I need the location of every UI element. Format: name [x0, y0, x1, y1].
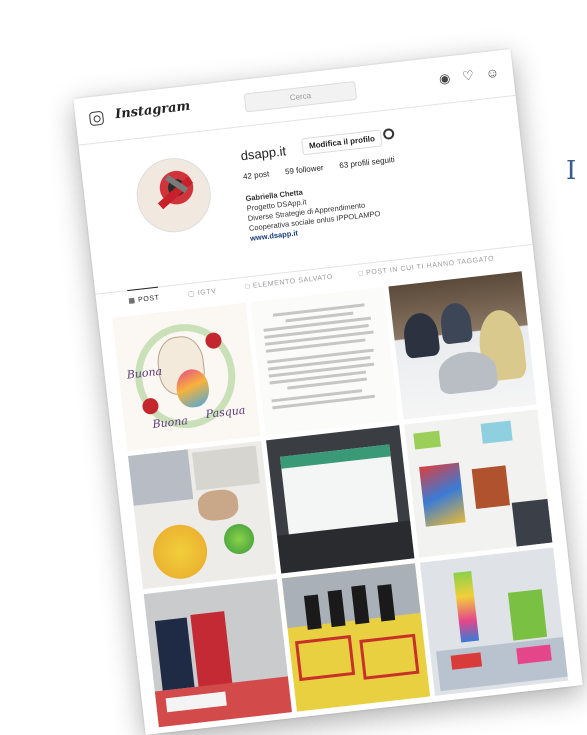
hand-shape	[196, 488, 240, 523]
instagram-icon[interactable]	[88, 110, 105, 127]
person-shape	[154, 617, 195, 691]
compass-icon[interactable]: ◉	[438, 70, 451, 87]
username: dsapp.it	[239, 143, 287, 164]
gear-icon[interactable]	[382, 127, 395, 141]
photo-block	[281, 563, 421, 629]
folder-shape	[359, 633, 420, 680]
green-circle	[222, 522, 256, 556]
blocks-stack	[507, 589, 548, 641]
nav-icons: ◉ ♡ ☺	[438, 65, 500, 88]
posts-grid: Buona Buona Pasqua	[112, 271, 569, 728]
post-tile[interactable]	[388, 271, 537, 420]
tab-post-label: POST	[137, 294, 160, 304]
post-tile[interactable]	[143, 578, 293, 728]
profile-bio: Gabriella Chetta Progetto DSApp.it Diver…	[245, 179, 382, 244]
blocks-tower	[453, 570, 480, 643]
tab-saved[interactable]: □ ELEMENTO SALVATO	[245, 274, 333, 291]
photo-block	[127, 449, 194, 506]
post-caption: Buona	[151, 414, 189, 432]
pencils-shape	[419, 462, 466, 527]
person-shape	[401, 311, 441, 359]
avatar[interactable]	[132, 154, 215, 237]
post-tile[interactable]	[419, 547, 569, 696]
profile-icon[interactable]: ☺	[485, 65, 500, 82]
tab-saved-label: ELEMENTO SALVATO	[252, 273, 334, 290]
post-tile[interactable]: Buona Buona Pasqua	[112, 302, 261, 452]
drawing-block	[480, 420, 513, 444]
edge-letter: I	[566, 156, 577, 186]
drawing-block	[471, 465, 510, 509]
post-tile[interactable]	[281, 563, 431, 712]
yellow-circle	[150, 521, 211, 582]
tab-igtv-label: IGTV	[197, 288, 217, 298]
posts-count: 42 post	[242, 169, 270, 182]
photo-block	[192, 445, 260, 491]
post-tile[interactable]	[266, 425, 415, 574]
tab-post[interactable]: ▦ POST	[127, 286, 160, 305]
person-shape	[438, 301, 474, 345]
folder-shape	[295, 634, 356, 682]
tab-igtv[interactable]: ▢ IGTV	[188, 287, 217, 298]
photo-block	[511, 498, 553, 547]
post-tile[interactable]	[404, 409, 553, 558]
heart-icon[interactable]: ♡	[461, 68, 474, 85]
search-input[interactable]: Cerca	[243, 80, 358, 113]
instagram-wordmark[interactable]: Instagram	[114, 99, 191, 122]
post-tile[interactable]	[127, 440, 277, 590]
person-shape	[190, 611, 233, 689]
following-count[interactable]: 63 profili seguiti	[339, 155, 395, 170]
post-tile[interactable]	[250, 287, 399, 436]
drawing-block	[413, 430, 441, 450]
edit-profile-button[interactable]: Modifica il profilo	[301, 129, 383, 156]
followers-count[interactable]: 59 follower	[285, 163, 324, 176]
instagram-profile-screenshot: Instagram Cerca ◉ ♡ ☺ dsapp.it Modifica …	[73, 49, 583, 735]
